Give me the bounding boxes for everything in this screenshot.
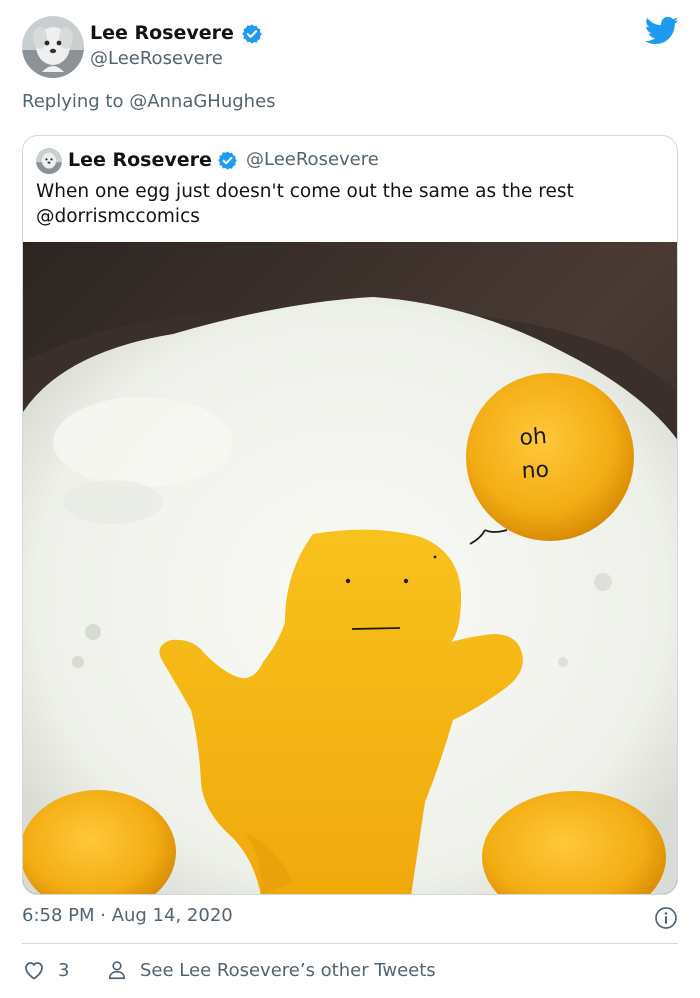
quoted-avatar[interactable]	[36, 148, 62, 174]
mention-link[interactable]: @dorrismccomics	[36, 204, 666, 229]
quoted-tweet-text: When one egg just doesn't come out the s…	[36, 179, 666, 229]
tweet-timestamp[interactable]: 6:58 PM · Aug 14, 2020	[22, 905, 233, 926]
replying-to-text[interactable]: Replying to @AnnaGHughes	[22, 91, 276, 112]
quoted-tweet[interactable]: Lee Rosevere @LeeRosevere When one egg j…	[22, 135, 678, 895]
twitter-bird-icon[interactable]	[645, 16, 679, 46]
like-button[interactable]: 3	[22, 956, 69, 984]
see-other-tweets-link[interactable]: See Lee Rosevere’s other Tweets	[106, 956, 436, 984]
tweet-card: Lee Rosevere @LeeRosevere Replying to @A…	[0, 0, 700, 998]
see-other-tweets-label: See Lee Rosevere’s other Tweets	[140, 959, 436, 981]
person-icon	[108, 961, 126, 980]
heart-icon	[25, 962, 43, 980]
author-name[interactable]: Lee Rosevere	[90, 22, 234, 44]
quoted-author-handle: @LeeRosevere	[246, 149, 379, 170]
author-handle[interactable]: @LeeRosevere	[90, 48, 223, 69]
verified-badge-icon	[218, 151, 237, 170]
like-count: 3	[58, 959, 70, 981]
quoted-tweet-text-line: When one egg just doesn't come out the s…	[36, 181, 574, 202]
tweet-photo[interactable]: oh no	[23, 242, 677, 894]
avatar[interactable]	[22, 16, 84, 78]
divider	[22, 943, 678, 944]
info-icon[interactable]	[654, 906, 678, 930]
svg-text:oh: oh	[519, 424, 548, 451]
verified-badge-icon	[242, 24, 262, 44]
svg-text:no: no	[521, 458, 550, 484]
quoted-author-name: Lee Rosevere	[68, 149, 212, 171]
